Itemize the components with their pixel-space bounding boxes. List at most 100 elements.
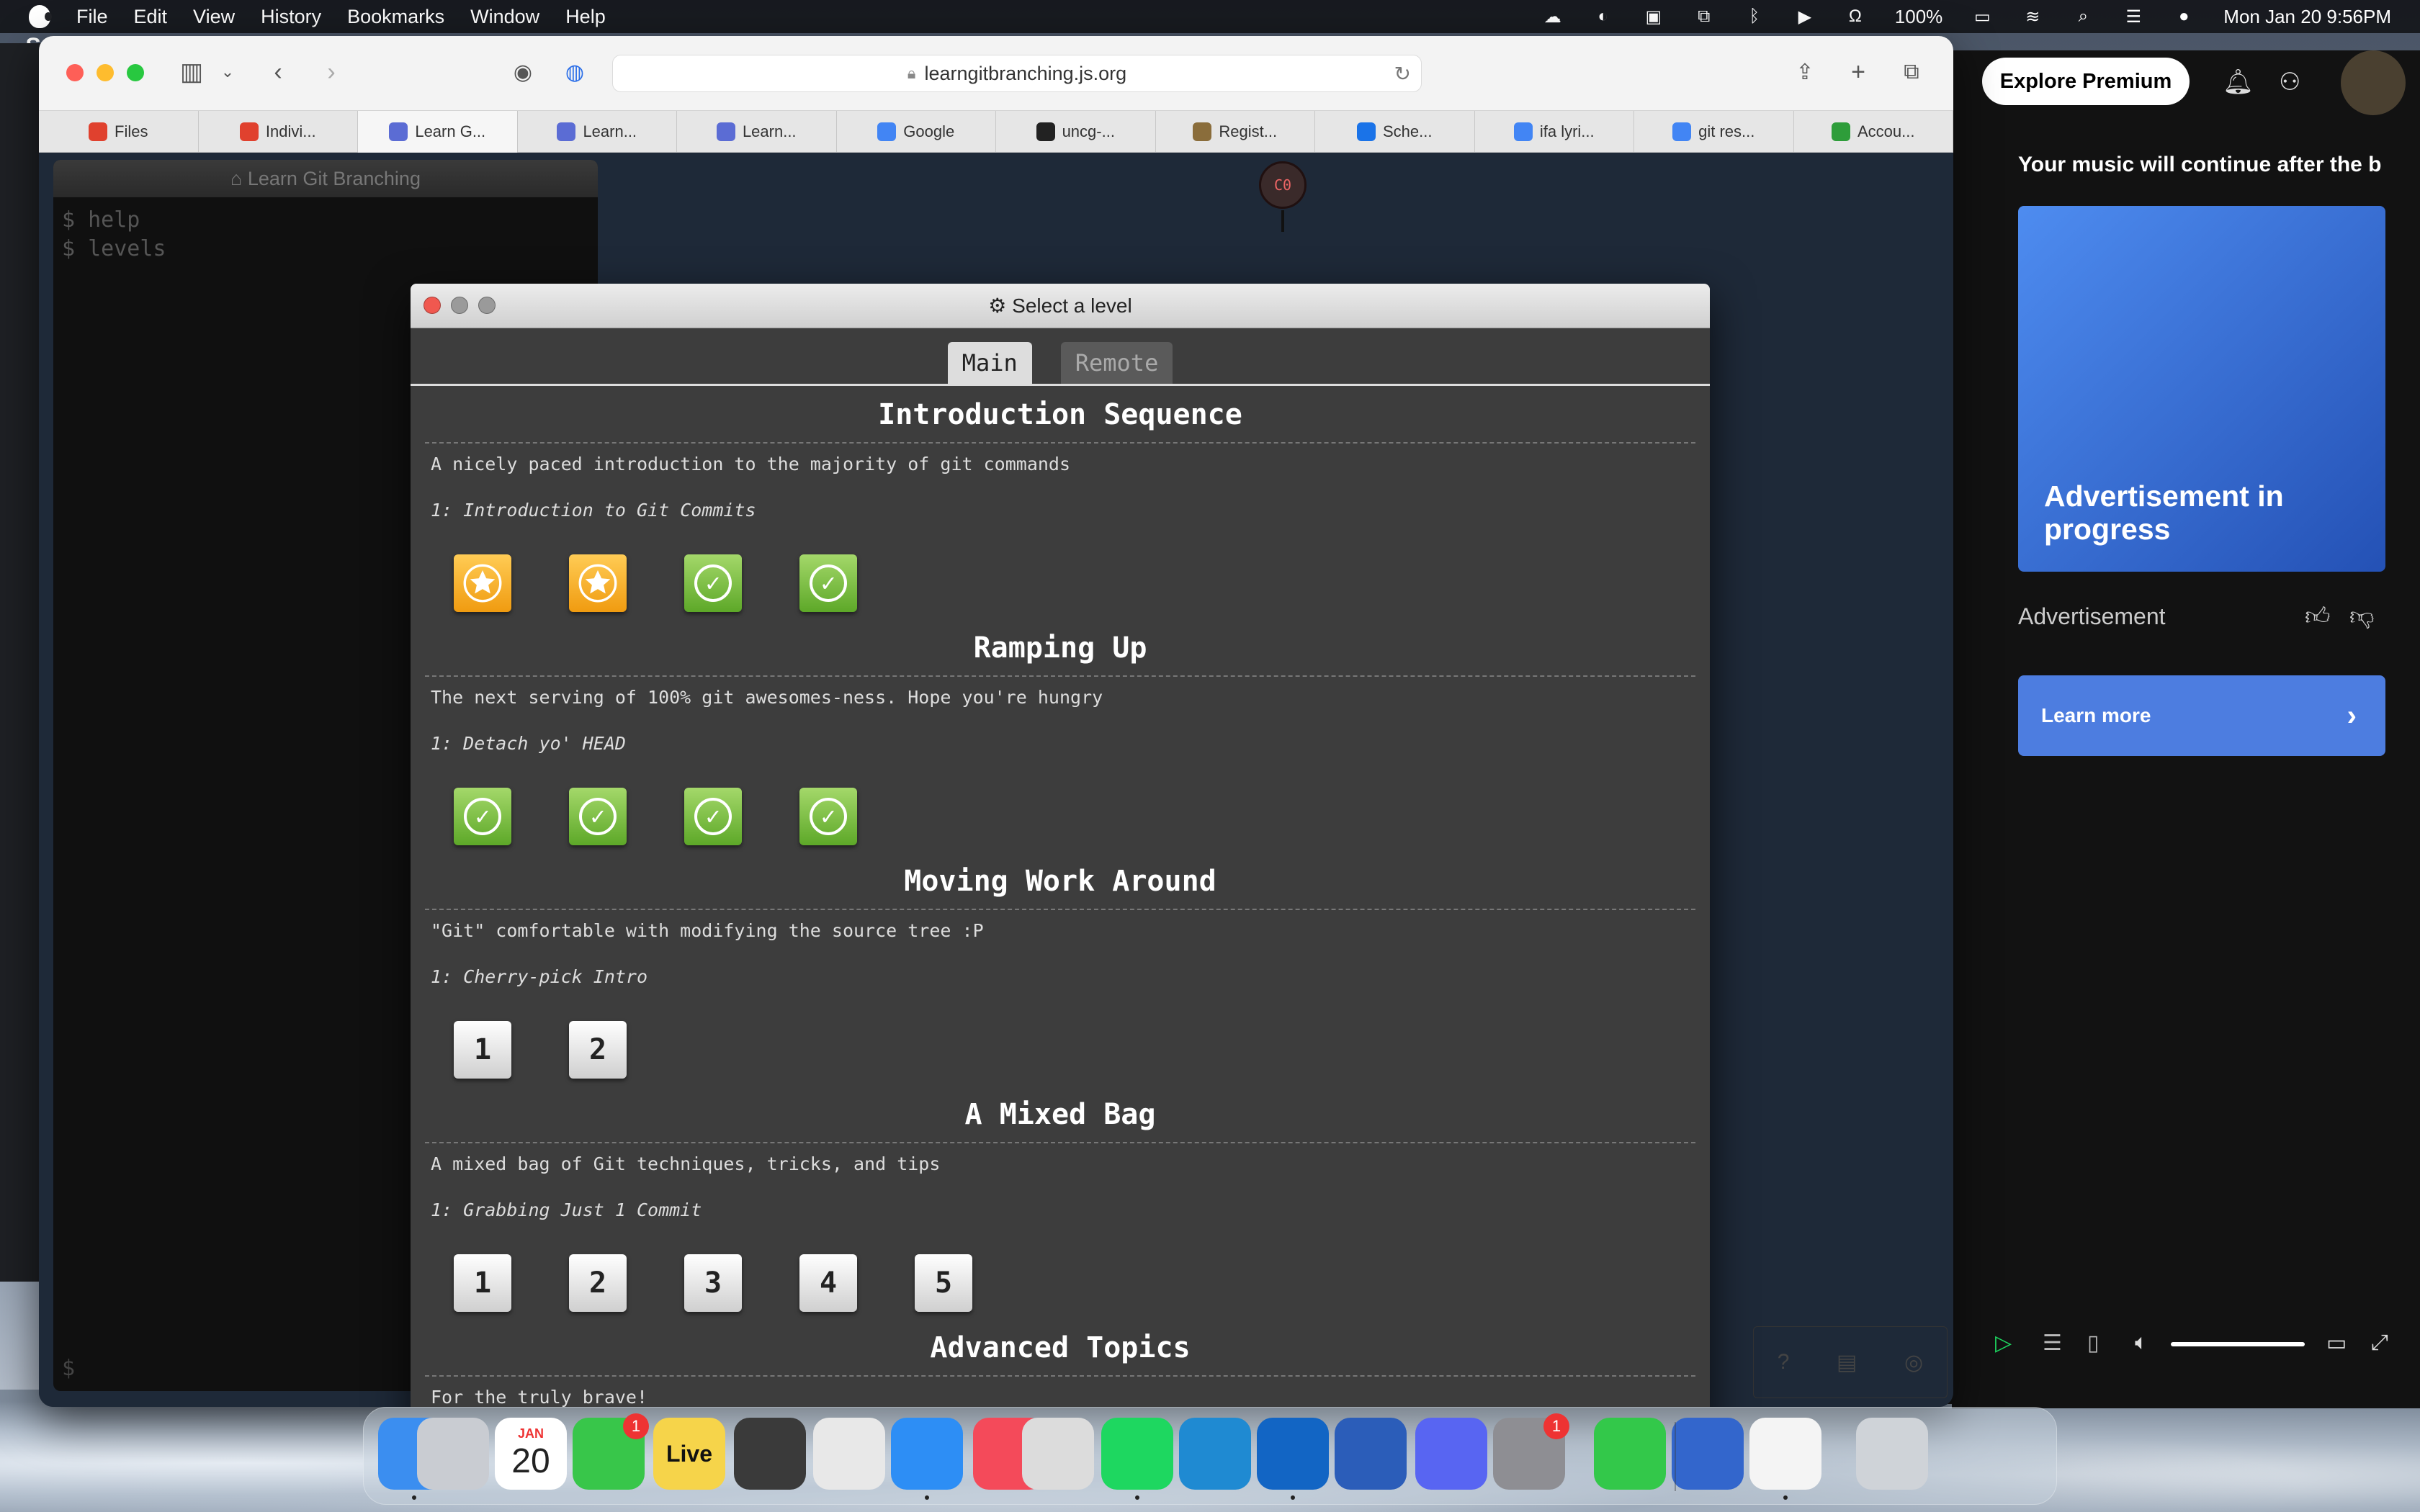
thumbs-down-icon[interactable]: 👎︎ bbox=[2349, 602, 2375, 631]
word-icon[interactable] bbox=[1335, 1418, 1407, 1490]
advertisement-card[interactable]: Advertisement in progress bbox=[2018, 206, 2385, 572]
friends-icon[interactable]: ⚇ bbox=[2279, 68, 2300, 96]
extension-icon[interactable]: ◍ bbox=[559, 56, 591, 88]
browser-tab[interactable]: Sche... bbox=[1315, 111, 1475, 153]
browser-tab[interactable]: Google bbox=[837, 111, 996, 153]
volume-icon[interactable]: 🔈︎ bbox=[2135, 1331, 2148, 1355]
fullscreen-icon[interactable]: ⤢ bbox=[2371, 1331, 2388, 1355]
level-check-icon[interactable]: ✓ bbox=[454, 788, 511, 845]
chrome-icon[interactable] bbox=[813, 1418, 885, 1490]
address-bar[interactable]: 🔒︎ learngitbranching.js.org ↻ bbox=[612, 55, 1422, 92]
thumbs-up-icon[interactable]: 👍︎ bbox=[2305, 602, 2331, 631]
new-tab-icon[interactable]: + bbox=[1842, 56, 1874, 88]
battery-icon[interactable]: ▭ bbox=[1971, 7, 1993, 27]
now-playing-view-icon[interactable]: ▷ bbox=[1995, 1331, 2012, 1356]
launchpad-icon[interactable] bbox=[417, 1418, 489, 1490]
menu-window[interactable]: Window bbox=[470, 6, 539, 28]
menu-bookmarks[interactable]: Bookmarks bbox=[347, 6, 444, 28]
moon-icon[interactable]: ◐ bbox=[1592, 6, 1614, 26]
volume-slider[interactable] bbox=[2171, 1342, 2305, 1346]
close-window-button[interactable] bbox=[66, 64, 84, 81]
level-check-icon[interactable]: ✓ bbox=[569, 788, 627, 845]
modal-close-button[interactable] bbox=[424, 297, 441, 314]
control-center-icon[interactable]: ☰ bbox=[2123, 7, 2144, 27]
trash-icon[interactable] bbox=[1856, 1418, 1928, 1490]
modal-zoom-button[interactable] bbox=[478, 297, 496, 314]
system-settings-icon[interactable]: 1 bbox=[1493, 1413, 1569, 1490]
spotlight-search-icon[interactable]: ⌕ bbox=[2072, 6, 2094, 26]
sidebar-toggle-icon[interactable]: ▥ bbox=[176, 56, 207, 88]
forward-button[interactable]: › bbox=[315, 56, 347, 88]
wifi-icon[interactable]: ≋ bbox=[2022, 7, 2043, 27]
tab-overview-icon[interactable]: ⧉ bbox=[1896, 56, 1927, 88]
browser-tab[interactable]: Indivi... bbox=[199, 111, 358, 153]
menu-clock[interactable]: Mon Jan 20 9:56PM bbox=[2223, 6, 2391, 28]
learn-more-button[interactable]: Learn more › bbox=[2018, 675, 2385, 756]
screenshot-icon[interactable]: ⧉ bbox=[1693, 6, 1715, 26]
share-icon[interactable]: ⇪ bbox=[1789, 56, 1821, 88]
browser-tab[interactable]: ifa lyri... bbox=[1475, 111, 1634, 153]
level-number-button[interactable]: 5 bbox=[915, 1254, 972, 1312]
play-icon[interactable]: ▶ bbox=[1794, 7, 1816, 27]
preview-icon[interactable] bbox=[1672, 1418, 1744, 1490]
tab-group-chevron-icon[interactable]: ⌄ bbox=[212, 56, 243, 88]
language-icon[interactable]: ▤ bbox=[1837, 1350, 1857, 1375]
tab-main[interactable]: Main bbox=[947, 342, 1032, 384]
browser-tab[interactable]: Regist... bbox=[1156, 111, 1315, 153]
browser-tab[interactable]: git res... bbox=[1634, 111, 1794, 153]
icloud-icon[interactable]: ☁ bbox=[1542, 7, 1564, 27]
github-icon[interactable]: ◎ bbox=[1904, 1350, 1923, 1375]
menu-edit[interactable]: Edit bbox=[134, 6, 168, 28]
messages-icon[interactable]: 1 bbox=[573, 1413, 649, 1490]
browser-tab[interactable]: uncg-... bbox=[996, 111, 1156, 153]
mini-player-icon[interactable]: ▭ bbox=[2326, 1331, 2347, 1356]
level-number-button[interactable]: 2 bbox=[569, 1254, 627, 1312]
reload-icon[interactable]: ↻ bbox=[1394, 62, 1411, 86]
level-number-button[interactable]: 3 bbox=[684, 1254, 742, 1312]
app-status-icon[interactable]: ▣ bbox=[1643, 7, 1664, 27]
fl-studio-icon[interactable] bbox=[734, 1418, 806, 1490]
bluetooth-icon[interactable]: ᛒ bbox=[1744, 6, 1765, 26]
outlook-icon[interactable] bbox=[1257, 1418, 1329, 1500]
avatar[interactable] bbox=[2341, 50, 2406, 115]
reminders-icon[interactable] bbox=[1749, 1418, 1821, 1500]
vscode-icon[interactable] bbox=[1179, 1418, 1251, 1490]
browser-tab[interactable]: Learn... bbox=[518, 111, 677, 153]
browser-tab[interactable]: Learn... bbox=[677, 111, 837, 153]
back-button[interactable]: ‹ bbox=[262, 56, 294, 88]
level-star-icon[interactable] bbox=[569, 554, 627, 612]
menu-view[interactable]: View bbox=[193, 6, 235, 28]
level-star-icon[interactable] bbox=[454, 554, 511, 612]
level-check-icon[interactable]: ✓ bbox=[684, 788, 742, 845]
live-icon[interactable]: Live bbox=[653, 1418, 725, 1490]
explore-premium-button[interactable]: Explore Premium bbox=[1982, 58, 2190, 105]
bell-icon[interactable]: 🔔︎ bbox=[2223, 68, 2254, 96]
menu-history[interactable]: History bbox=[261, 6, 321, 28]
modal-minimize-button[interactable] bbox=[451, 297, 468, 314]
calendar-icon[interactable]: JAN 20 bbox=[495, 1418, 567, 1490]
box-icon[interactable] bbox=[1022, 1418, 1094, 1490]
queue-icon[interactable]: ☰ bbox=[2043, 1331, 2062, 1356]
safari-icon[interactable] bbox=[891, 1418, 963, 1500]
zoom-window-button[interactable] bbox=[127, 64, 144, 81]
minimize-window-button[interactable] bbox=[97, 64, 114, 81]
browser-tab[interactable]: Files bbox=[39, 111, 199, 153]
help-icon[interactable]: ? bbox=[1778, 1350, 1790, 1374]
level-number-button[interactable]: 1 bbox=[454, 1254, 511, 1312]
menu-help[interactable]: Help bbox=[565, 6, 606, 28]
level-check-icon[interactable]: ✓ bbox=[684, 554, 742, 612]
facetime-icon[interactable] bbox=[1594, 1418, 1666, 1490]
terminal-prompt[interactable]: $ bbox=[62, 1356, 75, 1381]
discord-icon[interactable] bbox=[1415, 1418, 1487, 1490]
siri-icon[interactable]: ● bbox=[2173, 6, 2195, 26]
headphones-icon[interactable]: Ω bbox=[1845, 6, 1866, 26]
level-check-icon[interactable]: ✓ bbox=[799, 788, 857, 845]
level-check-icon[interactable]: ✓ bbox=[799, 554, 857, 612]
browser-tab[interactable]: Accou... bbox=[1794, 111, 1953, 153]
tab-remote[interactable]: Remote bbox=[1060, 342, 1173, 384]
level-number-button[interactable]: 4 bbox=[799, 1254, 857, 1312]
privacy-report-icon[interactable]: ◉ bbox=[507, 56, 539, 88]
connect-device-icon[interactable]: ▯ bbox=[2087, 1331, 2099, 1356]
browser-tab[interactable]: Learn G... bbox=[358, 111, 518, 153]
spotify-icon[interactable] bbox=[1101, 1418, 1173, 1500]
